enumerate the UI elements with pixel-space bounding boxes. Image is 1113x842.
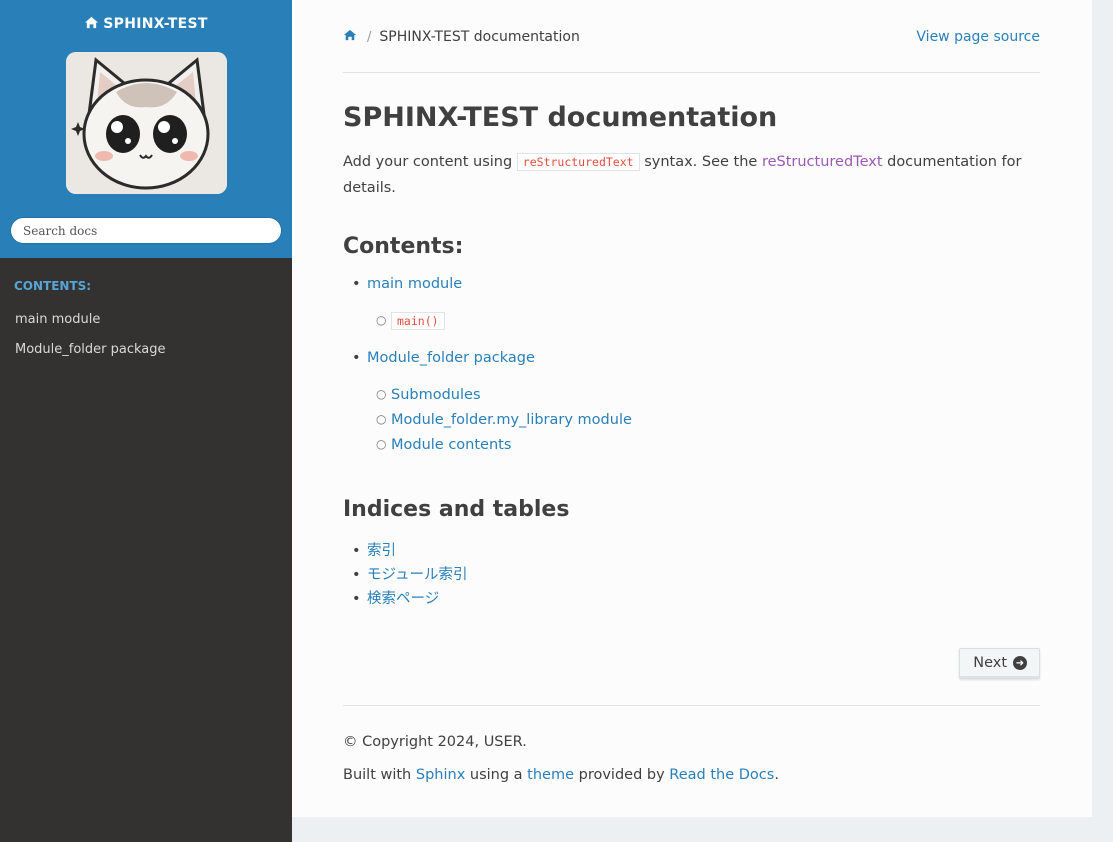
sidebar: SPHINX-TEST Search docs CONTENTS: main m… [0, 0, 292, 842]
bullet: • [352, 350, 361, 366]
restructuredtext-link[interactable]: reStructuredText [762, 154, 883, 170]
toc-item: • main module [343, 272, 1040, 296]
indices-list: • 索引 • モジュール索引 • 検索ページ [343, 539, 1040, 611]
bullet: • [352, 276, 361, 292]
next-label: Next [973, 655, 1007, 671]
breadcrumb: / SPHINX-TEST documentation View page so… [343, 0, 1040, 73]
toc-link-module-contents[interactable]: Module contents [391, 437, 511, 453]
built-with-line: Built with Sphinx using a theme provided… [343, 765, 1040, 785]
breadcrumb-home-link[interactable] [343, 29, 357, 45]
bullet: • [352, 591, 361, 607]
circle-arrow-right-icon: ➜ [1013, 656, 1027, 670]
intro-code: reStructuredText [516, 153, 640, 171]
circle-bullet: ○ [376, 412, 387, 426]
bullet: • [352, 543, 361, 559]
index-item: • 検索ページ [343, 587, 1040, 611]
toc-link-module-folder-package[interactable]: Module_folder package [367, 350, 535, 366]
index-item: • モジュール索引 [343, 563, 1040, 587]
intro-mid: syntax. See the [644, 154, 758, 170]
sidebar-item-module-folder-package[interactable]: Module_folder package [0, 335, 292, 365]
view-page-source-link[interactable]: View page source [916, 29, 1040, 45]
page-title: SPHINX-TEST documentation [343, 102, 778, 133]
content-area: / SPHINX-TEST documentation View page so… [292, 0, 1092, 817]
main-function-code: main() [391, 312, 445, 330]
period: . [774, 767, 779, 783]
footer-nav: Next ➜ [343, 635, 1040, 695]
provided-by-text: provided by [578, 767, 665, 783]
contents-heading: Contents: [343, 234, 464, 259]
intro-prefix: Add your content using [343, 154, 513, 170]
project-name: SPHINX-TEST [103, 16, 208, 32]
index-link-search[interactable]: 検索ページ [367, 591, 439, 607]
circle-bullet: ○ [376, 437, 387, 451]
home-icon [343, 29, 357, 45]
contents-list: • main module ○ main() • Module_folder p… [343, 272, 1040, 458]
toc-link-main-function[interactable]: main() [391, 312, 445, 330]
cat-logo-image [65, 52, 227, 194]
footer-divider [343, 705, 1040, 706]
toc-subitem: ○ Module contents [343, 433, 1040, 458]
sidebar-item-main-module[interactable]: main module [0, 305, 292, 335]
index-link-modindex[interactable]: モジュール索引 [367, 567, 467, 583]
built-with-text: Built with [343, 767, 412, 783]
project-logo[interactable] [65, 52, 227, 194]
toc-link-main-module[interactable]: main module [367, 276, 462, 292]
index-link-genindex[interactable]: 索引 [367, 543, 396, 559]
home-icon [84, 15, 99, 33]
toc-link-submodules[interactable]: Submodules [391, 387, 481, 403]
project-home-link[interactable]: SPHINX-TEST [84, 15, 207, 33]
toc-link-my-library-module[interactable]: Module_folder.my_library module [391, 412, 632, 428]
bullet: • [352, 567, 361, 583]
theme-link[interactable]: theme [527, 767, 574, 783]
using-a-text: using a [469, 767, 523, 783]
toc-subitem: ○ main() [343, 309, 1040, 334]
breadcrumb-separator: / [367, 29, 372, 45]
document: / SPHINX-TEST documentation View page so… [343, 0, 1040, 785]
toc-subitem: ○ Module_folder.my_library module [343, 408, 1040, 433]
next-button[interactable]: Next ➜ [959, 648, 1040, 679]
search-input[interactable] [10, 217, 282, 244]
circle-bullet: ○ [376, 387, 387, 401]
toc-subitem: ○ Submodules [343, 383, 1040, 408]
indices-heading: Indices and tables [343, 497, 570, 522]
read-the-docs-link[interactable]: Read the Docs [669, 767, 774, 783]
sidebar-header: SPHINX-TEST [0, 0, 292, 258]
intro-paragraph: Add your content using reStructuredText … [343, 149, 1040, 201]
index-item: • 索引 [343, 539, 1040, 563]
toc-caption: CONTENTS: [14, 279, 92, 293]
sphinx-link[interactable]: Sphinx [416, 767, 465, 783]
toc-item: • Module_folder package [343, 346, 1040, 370]
copyright: © Copyright 2024, USER. [343, 734, 527, 750]
breadcrumb-current: SPHINX-TEST documentation [379, 29, 580, 45]
circle-bullet: ○ [376, 313, 387, 327]
